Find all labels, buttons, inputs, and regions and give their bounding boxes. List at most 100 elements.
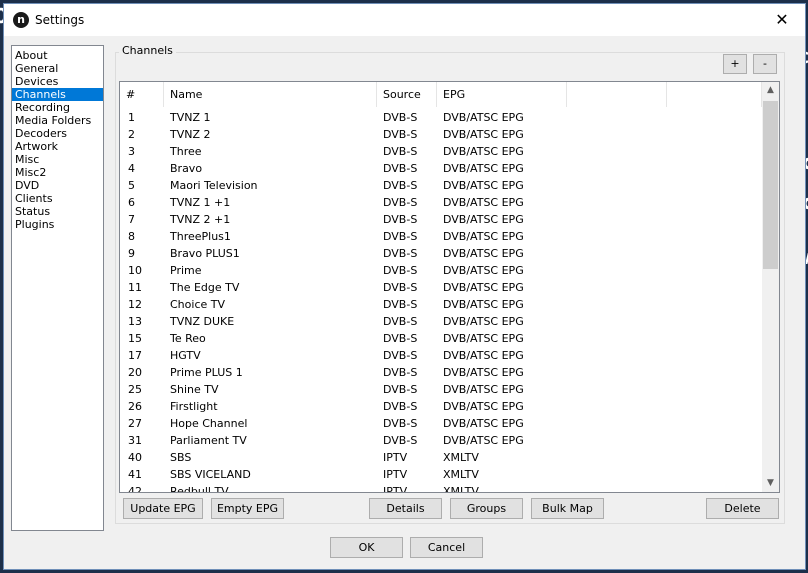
channel-name: Prime [170, 264, 202, 277]
empty-epg-button[interactable]: Empty EPG [211, 498, 284, 519]
add-channel-button[interactable]: + [723, 54, 747, 74]
channel-epg: DVB/ATSC EPG [443, 417, 524, 430]
nav-item-recording[interactable]: Recording [12, 101, 103, 114]
table-row[interactable]: 25 Shine TV DVB-S DVB/ATSC EPG [120, 381, 762, 398]
column-header-number[interactable]: # [120, 82, 164, 107]
channel-epg: DVB/ATSC EPG [443, 349, 524, 362]
channel-epg: DVB/ATSC EPG [443, 298, 524, 311]
channel-name: TVNZ DUKE [170, 315, 235, 328]
table-row[interactable]: 5 Maori Television DVB-S DVB/ATSC EPG [120, 177, 762, 194]
channel-epg: XMLTV [443, 451, 479, 464]
update-epg-button[interactable]: Update EPG [123, 498, 203, 519]
nav-item-channels[interactable]: Channels [12, 88, 103, 101]
nav-item-media-folders[interactable]: Media Folders [12, 114, 103, 127]
table-row[interactable]: 17 HGTV DVB-S DVB/ATSC EPG [120, 347, 762, 364]
nav-item-dvd[interactable]: DVD [12, 179, 103, 192]
table-row[interactable]: 12 Choice TV DVB-S DVB/ATSC EPG [120, 296, 762, 313]
table-row[interactable]: 41 SBS VICELAND IPTV XMLTV [120, 466, 762, 483]
table-row[interactable]: 27 Hope Channel DVB-S DVB/ATSC EPG [120, 415, 762, 432]
table-row[interactable]: 4 Bravo DVB-S DVB/ATSC EPG [120, 160, 762, 177]
vertical-scrollbar[interactable]: ▲ ▼ [762, 82, 779, 492]
nav-item-plugins[interactable]: Plugins [12, 218, 103, 231]
column-header-epg[interactable]: EPG [437, 82, 567, 107]
channel-name: Redbull TV [170, 485, 229, 493]
table-row[interactable]: 13 TVNZ DUKE DVB-S DVB/ATSC EPG [120, 313, 762, 330]
ok-button[interactable]: OK [330, 537, 403, 558]
nav-item-artwork[interactable]: Artwork [12, 140, 103, 153]
scrollbar-thumb[interactable] [763, 101, 778, 269]
table-row[interactable]: 10 Prime DVB-S DVB/ATSC EPG [120, 262, 762, 279]
table-row[interactable]: 40 SBS IPTV XMLTV [120, 449, 762, 466]
bulk-map-button[interactable]: Bulk Map [531, 498, 604, 519]
column-header-source[interactable]: Source [377, 82, 437, 107]
table-row[interactable]: 1 TVNZ 1 DVB-S DVB/ATSC EPG [120, 109, 762, 126]
channel-number: 1 [128, 111, 135, 124]
channel-name: TVNZ 2 +1 [170, 213, 231, 226]
channel-epg: DVB/ATSC EPG [443, 162, 524, 175]
cancel-button[interactable]: Cancel [410, 537, 483, 558]
nav-item-about[interactable]: About [12, 49, 103, 62]
table-row[interactable]: 20 Prime PLUS 1 DVB-S DVB/ATSC EPG [120, 364, 762, 381]
nav-item-misc[interactable]: Misc [12, 153, 103, 166]
channel-name: Choice TV [170, 298, 225, 311]
chevron-up-icon[interactable]: ▲ [762, 82, 779, 99]
title-bar[interactable]: n Settings ✕ [4, 4, 805, 36]
channel-name: Parliament TV [170, 434, 247, 447]
column-header-name[interactable]: Name [164, 82, 377, 107]
remove-channel-button[interactable]: - [753, 54, 777, 74]
table-row[interactable]: 15 Te Reo DVB-S DVB/ATSC EPG [120, 330, 762, 347]
nav-item-devices[interactable]: Devices [12, 75, 103, 88]
channel-name: Bravo PLUS1 [170, 247, 240, 260]
channel-number: 4 [128, 162, 135, 175]
channel-source: DVB-S [383, 196, 418, 209]
channel-name: TVNZ 1 [170, 111, 211, 124]
channel-source: DVB-S [383, 434, 418, 447]
channel-source: IPTV [383, 451, 408, 464]
nav-item-status[interactable]: Status [12, 205, 103, 218]
chevron-down-icon[interactable]: ▼ [762, 475, 779, 492]
channel-epg: DVB/ATSC EPG [443, 281, 524, 294]
channel-epg: DVB/ATSC EPG [443, 264, 524, 277]
table-row[interactable]: 6 TVNZ 1 +1 DVB-S DVB/ATSC EPG [120, 194, 762, 211]
delete-button[interactable]: Delete [706, 498, 779, 519]
nav-item-clients[interactable]: Clients [12, 192, 103, 205]
close-button[interactable]: ✕ [759, 4, 805, 36]
nav-item-decoders[interactable]: Decoders [12, 127, 103, 140]
column-header-extra[interactable] [567, 82, 667, 107]
channel-name: Shine TV [170, 383, 219, 396]
channel-source: DVB-S [383, 247, 418, 260]
column-header-extra[interactable] [667, 82, 762, 107]
table-row[interactable]: 31 Parliament TV DVB-S DVB/ATSC EPG [120, 432, 762, 449]
channels-list-header: # Name Source EPG [120, 82, 762, 107]
channel-name: HGTV [170, 349, 201, 362]
channel-epg: DVB/ATSC EPG [443, 196, 524, 209]
channel-source: DVB-S [383, 349, 418, 362]
nav-item-general[interactable]: General [12, 62, 103, 75]
groups-button[interactable]: Groups [450, 498, 523, 519]
channels-list[interactable]: # Name Source EPG 1 TVNZ 1 DVB-S DVB/ATSC E… [119, 81, 780, 493]
channel-epg: XMLTV [443, 468, 479, 481]
table-row[interactable]: 7 TVNZ 2 +1 DVB-S DVB/ATSC EPG [120, 211, 762, 228]
channel-number: 9 [128, 247, 135, 260]
table-row[interactable]: 2 TVNZ 2 DVB-S DVB/ATSC EPG [120, 126, 762, 143]
details-button[interactable]: Details [369, 498, 442, 519]
table-row[interactable]: 9 Bravo PLUS1 DVB-S DVB/ATSC EPG [120, 245, 762, 262]
settings-nav-list[interactable]: About General Devices Channels Recording Medi… [11, 45, 104, 531]
channel-epg: DVB/ATSC EPG [443, 315, 524, 328]
table-row[interactable]: 42 Redbull TV IPTV XMLTV [120, 483, 762, 493]
table-row[interactable]: 26 Firstlight DVB-S DVB/ATSC EPG [120, 398, 762, 415]
channel-number: 17 [128, 349, 142, 362]
table-row[interactable]: 3 Three DVB-S DVB/ATSC EPG [120, 143, 762, 160]
nav-item-misc2[interactable]: Misc2 [12, 166, 103, 179]
channel-number: 40 [128, 451, 142, 464]
channel-epg: DVB/ATSC EPG [443, 213, 524, 226]
settings-window: n Settings ✕ About General Devices Channels… [3, 3, 806, 570]
channel-number: 5 [128, 179, 135, 192]
channel-source: DVB-S [383, 315, 418, 328]
channel-name: SBS [170, 451, 192, 464]
table-row[interactable]: 8 ThreePlus1 DVB-S DVB/ATSC EPG [120, 228, 762, 245]
channel-epg: XMLTV [443, 485, 479, 493]
channel-epg: DVB/ATSC EPG [443, 383, 524, 396]
table-row[interactable]: 11 The Edge TV DVB-S DVB/ATSC EPG [120, 279, 762, 296]
channel-name: Three [170, 145, 202, 158]
